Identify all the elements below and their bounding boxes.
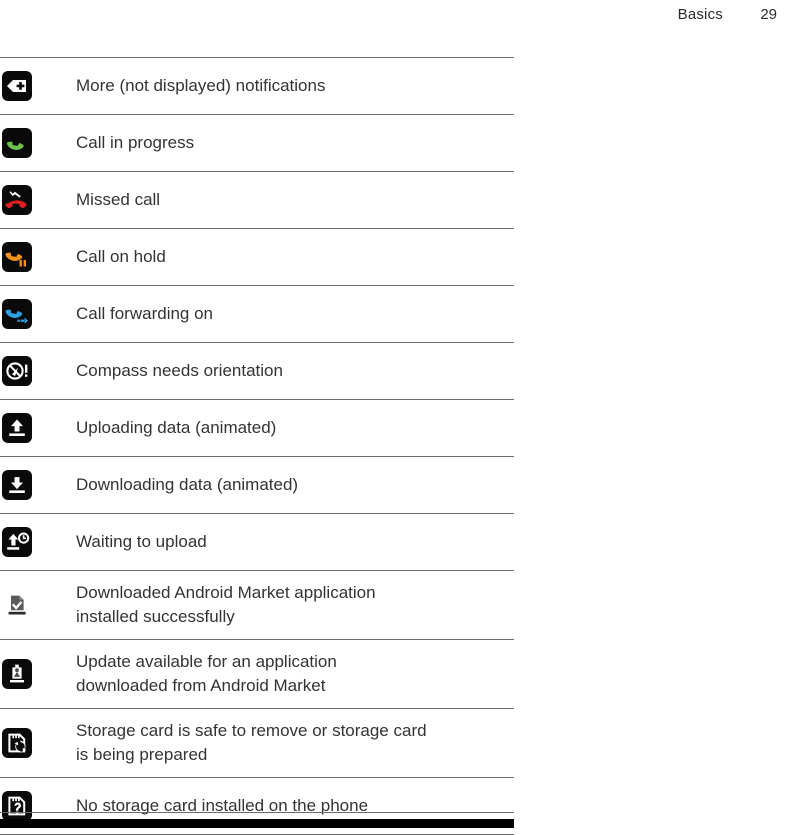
label-line-1: Update available for an application <box>76 652 337 671</box>
row-label: Downloading data (animated) <box>76 457 514 514</box>
label-line-2: downloaded from Android Market <box>76 676 326 695</box>
page-header: Basics 29 <box>0 0 787 28</box>
chapter-title: Basics <box>677 5 723 23</box>
icon-cell <box>0 229 76 286</box>
table-row: More (not displayed) notifications <box>0 57 514 115</box>
icon-cell <box>0 172 76 229</box>
compass-orientation-icon <box>2 356 32 386</box>
downloading-data-icon <box>2 470 32 500</box>
footer-rule <box>0 812 514 814</box>
row-label: More (not displayed) notifications <box>76 58 514 115</box>
icon-cell <box>0 400 76 457</box>
icon-cell <box>0 286 76 343</box>
app-installed-icon <box>2 590 32 620</box>
call-in-progress-icon <box>2 128 32 158</box>
more-notifications-icon <box>2 71 32 101</box>
icon-cell <box>0 709 76 778</box>
label-line-2: installed successfully <box>76 607 235 626</box>
table-row: Uploading data (animated) <box>0 399 514 457</box>
icon-cell <box>0 457 76 514</box>
row-label: Call forwarding on <box>76 286 514 343</box>
table-row: Missed call <box>0 171 514 229</box>
label-line-1: Call on hold <box>76 247 166 266</box>
label-line-1: Waiting to upload <box>76 532 207 551</box>
label-line-1: Storage card is safe to remove or storag… <box>76 721 427 740</box>
icon-cell <box>0 514 76 571</box>
storage-card-safe-remove-icon <box>2 728 32 758</box>
call-on-hold-icon <box>2 242 32 272</box>
row-label: Waiting to upload <box>76 514 514 571</box>
row-label: Compass needs orientation <box>76 343 514 400</box>
footer-black-tab <box>0 819 514 828</box>
label-line-1: More (not displayed) notifications <box>76 76 326 95</box>
row-label: Storage card is safe to remove or storag… <box>76 709 514 778</box>
table-row: Call on hold <box>0 228 514 286</box>
row-label: Uploading data (animated) <box>76 400 514 457</box>
label-line-1: Call in progress <box>76 133 195 152</box>
table-row: Waiting to upload <box>0 513 514 571</box>
row-label: Call on hold <box>76 229 514 286</box>
no-storage-card-icon <box>2 791 32 821</box>
label-line-1: Missed call <box>76 190 161 209</box>
call-forwarding-icon <box>2 299 32 329</box>
table-row: Call forwarding on <box>0 285 514 343</box>
missed-call-icon <box>2 185 32 215</box>
label-line-1: Call forwarding on <box>76 304 214 323</box>
status-icon-reference-table: More (not displayed) notifications Call … <box>0 57 514 835</box>
row-label: Downloaded Android Market application in… <box>76 571 514 640</box>
table-row: Downloading data (animated) <box>0 456 514 514</box>
label-line-2: is being prepared <box>76 745 208 764</box>
label-line-1: Downloaded Android Market application <box>76 583 376 602</box>
table-row: Update available for an application down… <box>0 639 514 709</box>
icon-cell <box>0 571 76 640</box>
row-label: Missed call <box>76 172 514 229</box>
uploading-data-icon <box>2 413 32 443</box>
table-row: Downloaded Android Market application in… <box>0 570 514 640</box>
icon-cell <box>0 640 76 709</box>
table-row: Compass needs orientation <box>0 342 514 400</box>
icon-cell <box>0 343 76 400</box>
table-row: Storage card is safe to remove or storag… <box>0 708 514 778</box>
label-line-1: Downloading data (animated) <box>76 475 299 494</box>
icon-cell <box>0 115 76 172</box>
label-line-1: Compass needs orientation <box>76 361 283 380</box>
row-label: Update available for an application down… <box>76 640 514 709</box>
label-line-1: Uploading data (animated) <box>76 418 277 437</box>
app-update-available-icon <box>2 659 32 689</box>
row-label: Call in progress <box>76 115 514 172</box>
page-number: 29 <box>760 5 777 23</box>
icon-cell <box>0 58 76 115</box>
table-row: Call in progress <box>0 114 514 172</box>
waiting-to-upload-icon <box>2 527 32 557</box>
